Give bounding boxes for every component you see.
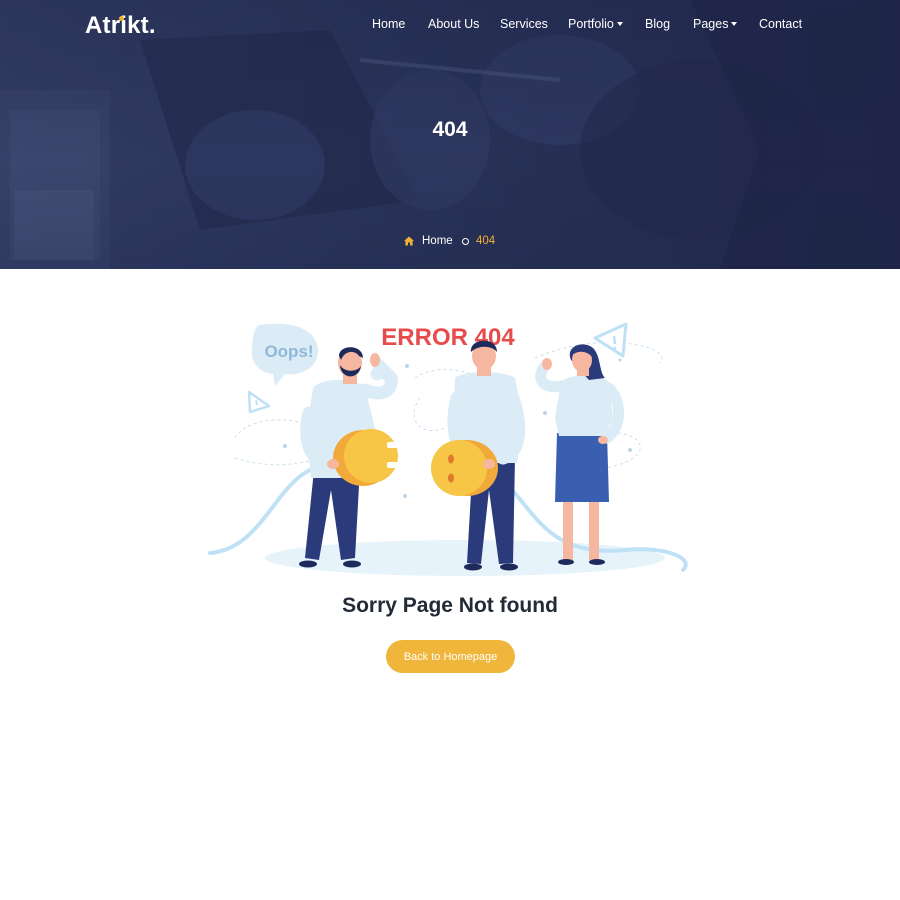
warning-icon — [593, 322, 628, 358]
nav-pages-label: Pages — [693, 17, 729, 31]
nav-pages[interactable]: Pages — [693, 17, 738, 31]
main-navigation: Home About Us Services Portfolio Blog Pa… — [0, 17, 900, 35]
breadcrumb-separator — [462, 238, 469, 245]
floor-shadow — [265, 540, 665, 576]
oops-speech-bubble: Oops! — [251, 323, 319, 386]
back-to-homepage-button[interactable]: Back to Homepage — [386, 640, 515, 673]
error-message: Sorry Page Not found — [342, 594, 558, 617]
nav-services[interactable]: Services — [500, 17, 548, 31]
chevron-down-icon — [731, 22, 738, 26]
error-illustration: ERROR 404 Oops! — [208, 322, 688, 576]
oops-text: Oops! — [264, 342, 313, 361]
chevron-down-icon — [616, 22, 623, 26]
nav-blog[interactable]: Blog — [645, 17, 670, 31]
nav-home[interactable]: Home — [372, 17, 405, 31]
nav-contact[interactable]: Contact — [759, 17, 802, 31]
home-icon — [404, 236, 414, 246]
page-title: 404 — [432, 118, 468, 141]
person-middle — [431, 340, 526, 571]
nav-about[interactable]: About Us — [428, 17, 479, 31]
breadcrumb-home-link[interactable]: Home — [422, 235, 453, 247]
nav-portfolio-label: Portfolio — [568, 17, 614, 31]
warning-icon — [247, 390, 271, 414]
breadcrumb-current: 404 — [476, 235, 496, 247]
breadcrumb: Home 404 — [404, 235, 524, 249]
nav-portfolio[interactable]: Portfolio — [568, 17, 623, 31]
cable-left — [208, 464, 322, 555]
hero-banner: Atrikt. Home About Us Services Portfolio… — [0, 0, 900, 269]
person-left — [299, 347, 409, 568]
